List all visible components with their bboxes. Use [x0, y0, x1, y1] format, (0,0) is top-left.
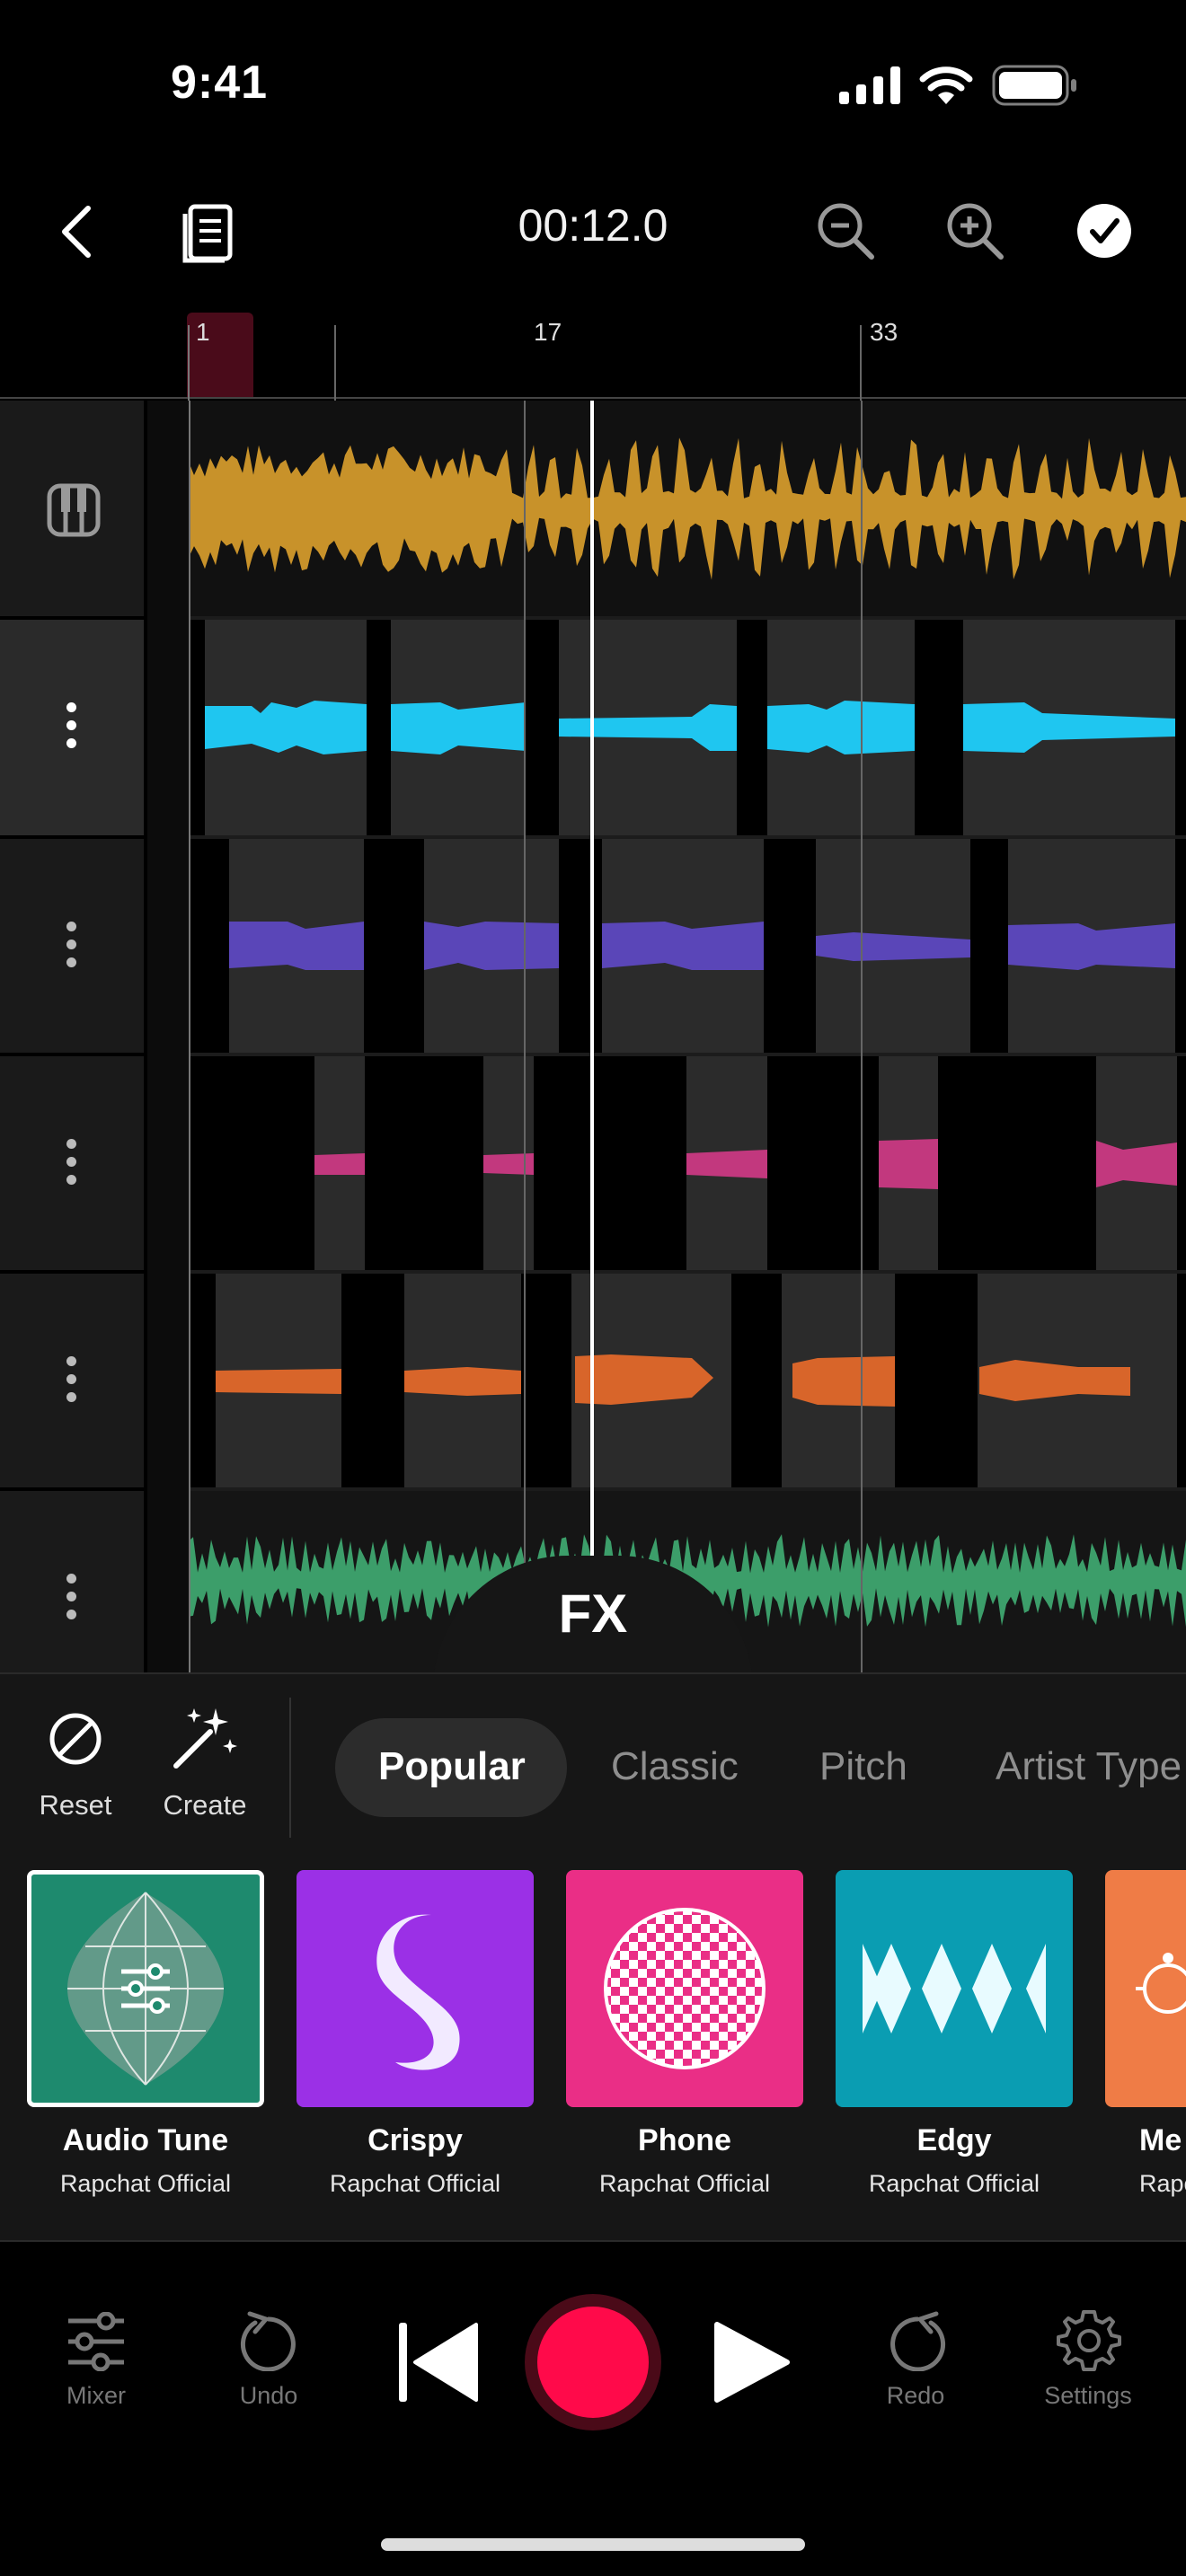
wifi-icon: [919, 66, 973, 104]
zoom-in-icon[interactable]: [945, 201, 1005, 260]
settings-button[interactable]: Settings: [1016, 2382, 1160, 2410]
track-menu-icon[interactable]: [66, 922, 77, 975]
track-header-vocal-3[interactable]: [0, 1056, 144, 1270]
track-menu-icon[interactable]: [66, 1356, 77, 1410]
skip-to-start-icon[interactable]: [395, 2321, 480, 2404]
reset-button[interactable]: Reset: [13, 1789, 138, 1822]
track-header-beat[interactable]: [0, 401, 144, 616]
preset-me[interactable]: [1105, 1870, 1186, 2107]
done-checkmark-icon[interactable]: [1076, 203, 1132, 259]
preset-author: Rapchat Official: [59, 2170, 232, 2197]
preset-author: Rapchat Official: [868, 2170, 1040, 2197]
track-menu-icon[interactable]: [66, 1574, 77, 1628]
beat-waveform: [189, 437, 1186, 580]
checker-sphere-icon: [604, 1908, 766, 2069]
preset-name: Audio Tune: [62, 2123, 229, 2157]
settings-gear-icon[interactable]: [1057, 2308, 1121, 2373]
tab-pitch[interactable]: Pitch: [819, 1744, 907, 1789]
piano-keys-icon: [47, 483, 101, 537]
track-header-vocal-2[interactable]: [0, 839, 144, 1053]
zoom-out-icon[interactable]: [816, 201, 875, 260]
preset-author: Rapc: [1139, 2170, 1186, 2197]
timeline-tracks[interactable]: [189, 401, 1186, 1672]
playhead[interactable]: [590, 401, 594, 1672]
magic-wand-icon[interactable]: [171, 1705, 241, 1771]
battery-icon: [992, 65, 1076, 106]
mixer-button[interactable]: Mixer: [24, 2382, 168, 2410]
track-menu-icon[interactable]: [66, 1139, 77, 1193]
preset-name: Phone: [638, 2123, 731, 2157]
preset-name: Edgy: [916, 2123, 992, 2157]
cellular-signal-icon: [839, 66, 900, 104]
play-icon[interactable]: [712, 2321, 792, 2404]
sliders-grid-icon: [67, 1892, 224, 2086]
status-time: 9:41: [171, 57, 269, 109]
ruler-marker-17: 17: [534, 318, 562, 346]
track-header-vocal-1[interactable]: [0, 620, 144, 835]
preset-author: Rapchat Official: [329, 2170, 501, 2197]
mixer-sliders-icon[interactable]: [65, 2312, 128, 2371]
tab-artist-type[interactable]: Artist Type: [996, 1744, 1182, 1789]
preset-author: Rapchat Official: [598, 2170, 771, 2197]
preset-edgy[interactable]: [836, 1870, 1073, 2107]
fx-panel-title[interactable]: FX: [433, 1583, 753, 1645]
preset-audio-tune[interactable]: [27, 1870, 264, 2107]
preset-crispy[interactable]: [296, 1870, 534, 2107]
spikes-icon: [863, 1944, 1046, 2033]
track-menu-icon[interactable]: [66, 702, 77, 756]
reset-icon[interactable]: [47, 1710, 104, 1768]
redo-button[interactable]: Redo: [844, 2382, 987, 2410]
track-header-vocal-5[interactable]: [0, 1491, 144, 1672]
undo-icon[interactable]: [239, 2308, 298, 2371]
swirl-icon: [376, 1914, 460, 2070]
tab-classic[interactable]: Classic: [611, 1744, 739, 1789]
record-button[interactable]: [525, 2294, 661, 2430]
robot-icon: [1136, 1953, 1186, 2014]
preset-name: Crispy: [367, 2123, 463, 2157]
playhead-timecode: 00:12.0: [518, 200, 668, 251]
home-indicator: [381, 2538, 805, 2551]
preset-name: Me: [1139, 2123, 1182, 2157]
track-header-vocal-4[interactable]: [0, 1274, 144, 1487]
ruler-marker-1: 1: [196, 318, 210, 346]
tab-popular[interactable]: Popular: [378, 1744, 526, 1789]
create-button[interactable]: Create: [142, 1789, 268, 1822]
undo-button[interactable]: Undo: [197, 2382, 341, 2410]
ruler-marker-33: 33: [870, 318, 898, 346]
preset-phone[interactable]: [566, 1870, 803, 2107]
redo-icon[interactable]: [888, 2308, 947, 2371]
